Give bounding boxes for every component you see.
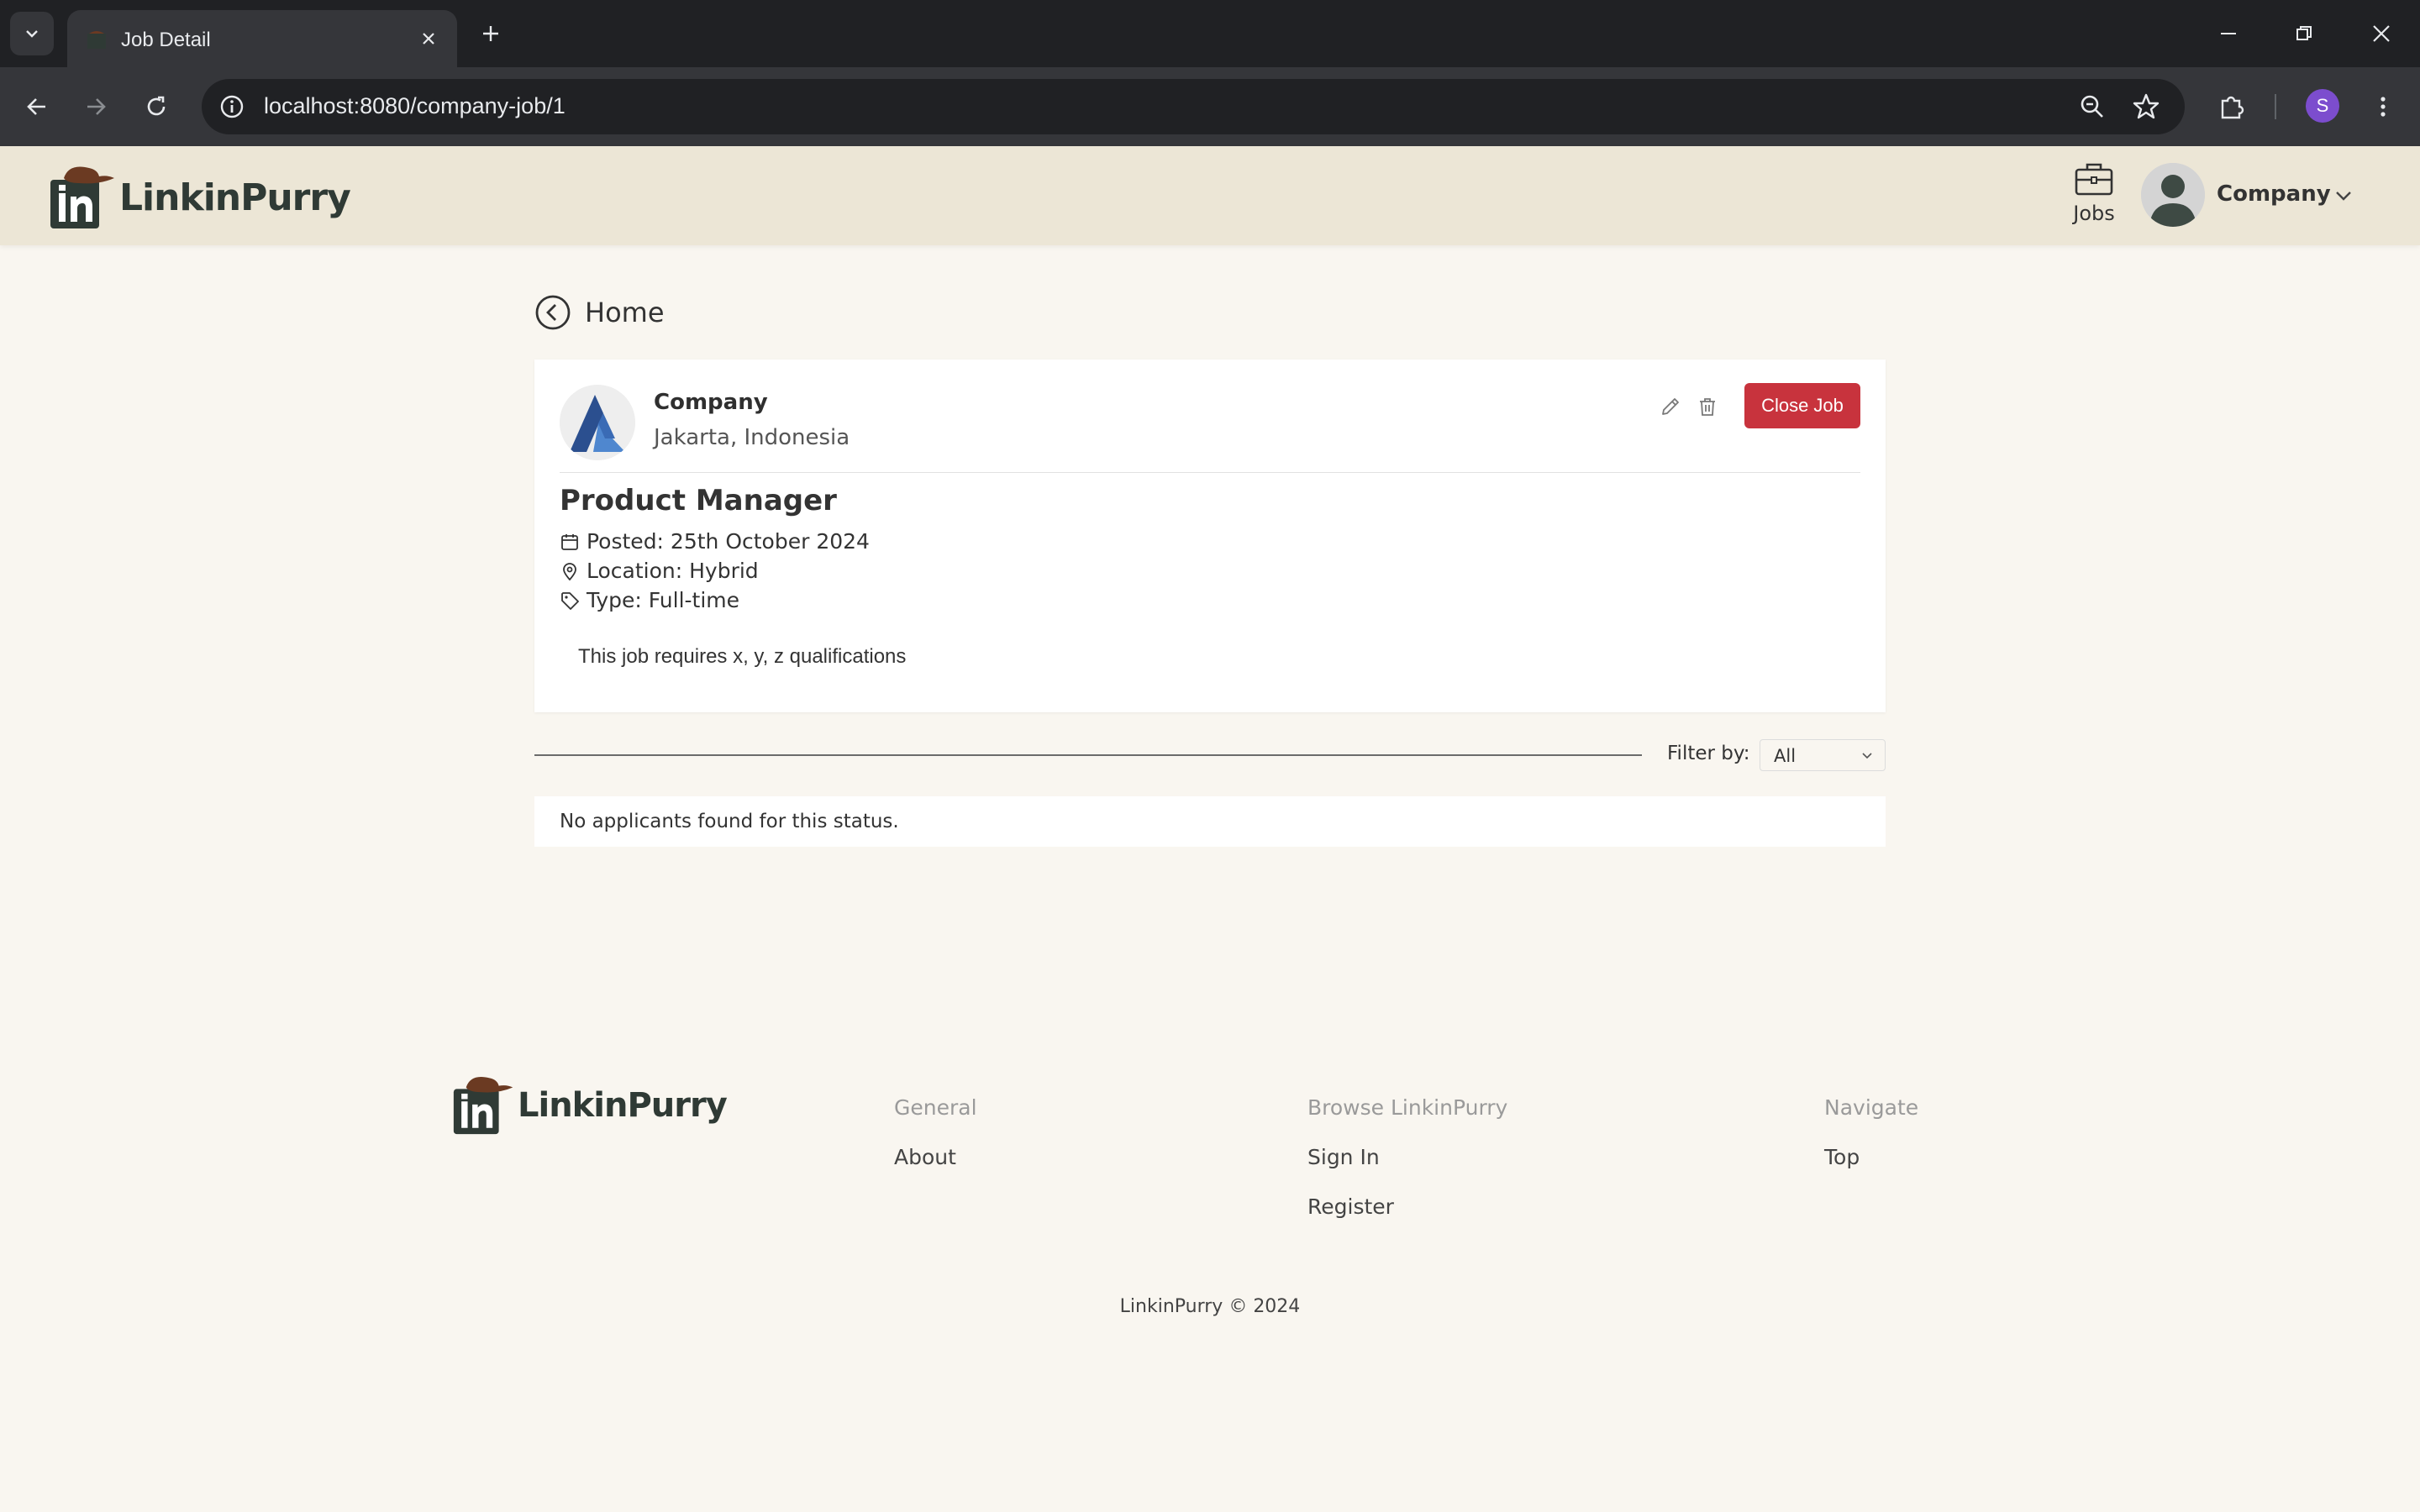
job-posted: Posted: 25th October 2024 [587, 529, 870, 554]
footer-link-register[interactable]: Register [1307, 1194, 1394, 1219]
forward-button[interactable] [74, 85, 118, 129]
filter-label: Filter by: [1667, 743, 1750, 764]
plus-icon [483, 26, 498, 41]
trash-icon [1700, 398, 1715, 416]
close-icon [423, 33, 434, 45]
close-job-button[interactable]: Close Job [1744, 383, 1860, 428]
company-name: Company [654, 390, 768, 415]
calendar-icon [560, 532, 580, 552]
company-location: Jakarta, Indonesia [654, 425, 850, 450]
company-logo [560, 385, 635, 460]
nav-jobs-label: Jobs [2073, 202, 2115, 225]
minimize-button[interactable] [2208, 13, 2249, 54]
footer-link-sign-in[interactable]: Sign In [1307, 1145, 1380, 1169]
job-detail-card: Company Jakarta, Indonesia Close Job Pro… [534, 360, 1886, 712]
restore-button[interactable] [2284, 13, 2324, 54]
tab-title: Job Detail [121, 29, 211, 51]
user-icon [2141, 163, 2205, 227]
back-button[interactable] [15, 85, 59, 129]
edit-job-button[interactable] [1655, 391, 1686, 422]
job-type: Type: Full-time [587, 588, 740, 612]
arrow-right-icon [87, 98, 106, 115]
extensions-button[interactable] [2212, 87, 2252, 127]
address-bar[interactable]: localhost:8080/company-job/1 [202, 79, 2185, 134]
job-posted-row: Posted: 25th October 2024 [560, 529, 870, 554]
back-home-link[interactable]: Home [534, 294, 665, 331]
browser-toolbar: localhost:8080/company-job/1 [0, 67, 2420, 146]
job-title: Product Manager [560, 484, 837, 517]
company-logo-icon [560, 385, 635, 460]
footer-heading-navigate: Navigate [1824, 1095, 1919, 1120]
chevron-down-icon [26, 30, 38, 38]
browser-tab[interactable]: Job Detail [67, 10, 457, 67]
star-icon [2133, 93, 2160, 119]
logo-text: LinkinPurry [119, 176, 351, 219]
section-divider [534, 754, 1642, 756]
tag-icon [560, 591, 580, 611]
footer-link-top[interactable]: Top [1824, 1145, 1860, 1169]
site-header: LinkinPurry Jobs Company [0, 146, 2420, 245]
zoom-button[interactable] [2075, 90, 2109, 123]
logo-mark-icon [49, 161, 118, 234]
delete-job-button[interactable] [1692, 391, 1723, 422]
job-location: Location: Hybrid [587, 559, 759, 583]
chevron-down-icon [2336, 192, 2351, 201]
empty-message: No applicants found for this status. [560, 811, 899, 832]
pencil-icon [1662, 398, 1679, 415]
user-avatar[interactable] [2141, 163, 2205, 227]
puzzle-icon [2221, 96, 2244, 119]
info-icon [220, 95, 244, 118]
applicants-empty-state: No applicants found for this status. [534, 796, 1886, 847]
site-favicon-icon [87, 31, 106, 49]
user-menu-toggle[interactable] [2331, 183, 2356, 208]
close-icon [2373, 25, 2390, 42]
restore-icon [2296, 26, 2312, 40]
footer-heading-general: General [894, 1095, 977, 1120]
logo-mark-icon [452, 1072, 516, 1139]
reload-icon [147, 96, 166, 116]
user-name[interactable]: Company [2217, 181, 2331, 207]
card-divider [560, 472, 1860, 473]
zoom-out-icon [2081, 95, 2103, 118]
filter-value: All [1774, 746, 1797, 766]
header-logo[interactable]: LinkinPurry [49, 161, 351, 234]
window-close-button[interactable] [2361, 13, 2402, 54]
tab-close-button[interactable] [415, 25, 442, 52]
bookmark-button[interactable] [2129, 90, 2163, 123]
briefcase-icon [2075, 163, 2113, 196]
job-location-row: Location: Hybrid [560, 559, 759, 583]
minimize-icon [2221, 33, 2236, 34]
footer-link-about[interactable]: About [894, 1145, 956, 1169]
footer-logo[interactable]: LinkinPurry [452, 1072, 728, 1139]
nav-jobs-link[interactable]: Jobs [2069, 161, 2119, 232]
arrow-left-icon [27, 98, 45, 115]
url-text: localhost:8080/company-job/1 [264, 93, 566, 118]
site-info-button[interactable] [215, 90, 249, 123]
reload-button[interactable] [134, 85, 178, 129]
copyright: LinkinPurry © 2024 [1119, 1296, 1301, 1317]
footer-heading-browse: Browse LinkinPurry [1307, 1095, 1508, 1120]
chevron-down-icon [1860, 748, 1875, 764]
status-filter-select[interactable]: All [1760, 739, 1886, 771]
new-tab-button[interactable] [474, 17, 508, 50]
browser-tab-strip: Job Detail [0, 0, 2420, 67]
more-vertical-icon [2381, 97, 2386, 117]
tab-search-button[interactable] [10, 12, 54, 55]
job-type-row: Type: Full-time [560, 588, 739, 612]
arrow-left-circle-icon [535, 295, 571, 330]
back-label: Home [585, 297, 665, 328]
job-description: This job requires x, y, z qualifications [578, 645, 907, 668]
browser-menu-button[interactable] [2363, 87, 2403, 127]
footer-logo-text: LinkinPurry [518, 1086, 728, 1125]
toolbar-separator [2275, 94, 2276, 119]
map-pin-icon [560, 561, 580, 581]
profile-avatar-button[interactable]: S [2306, 89, 2339, 123]
